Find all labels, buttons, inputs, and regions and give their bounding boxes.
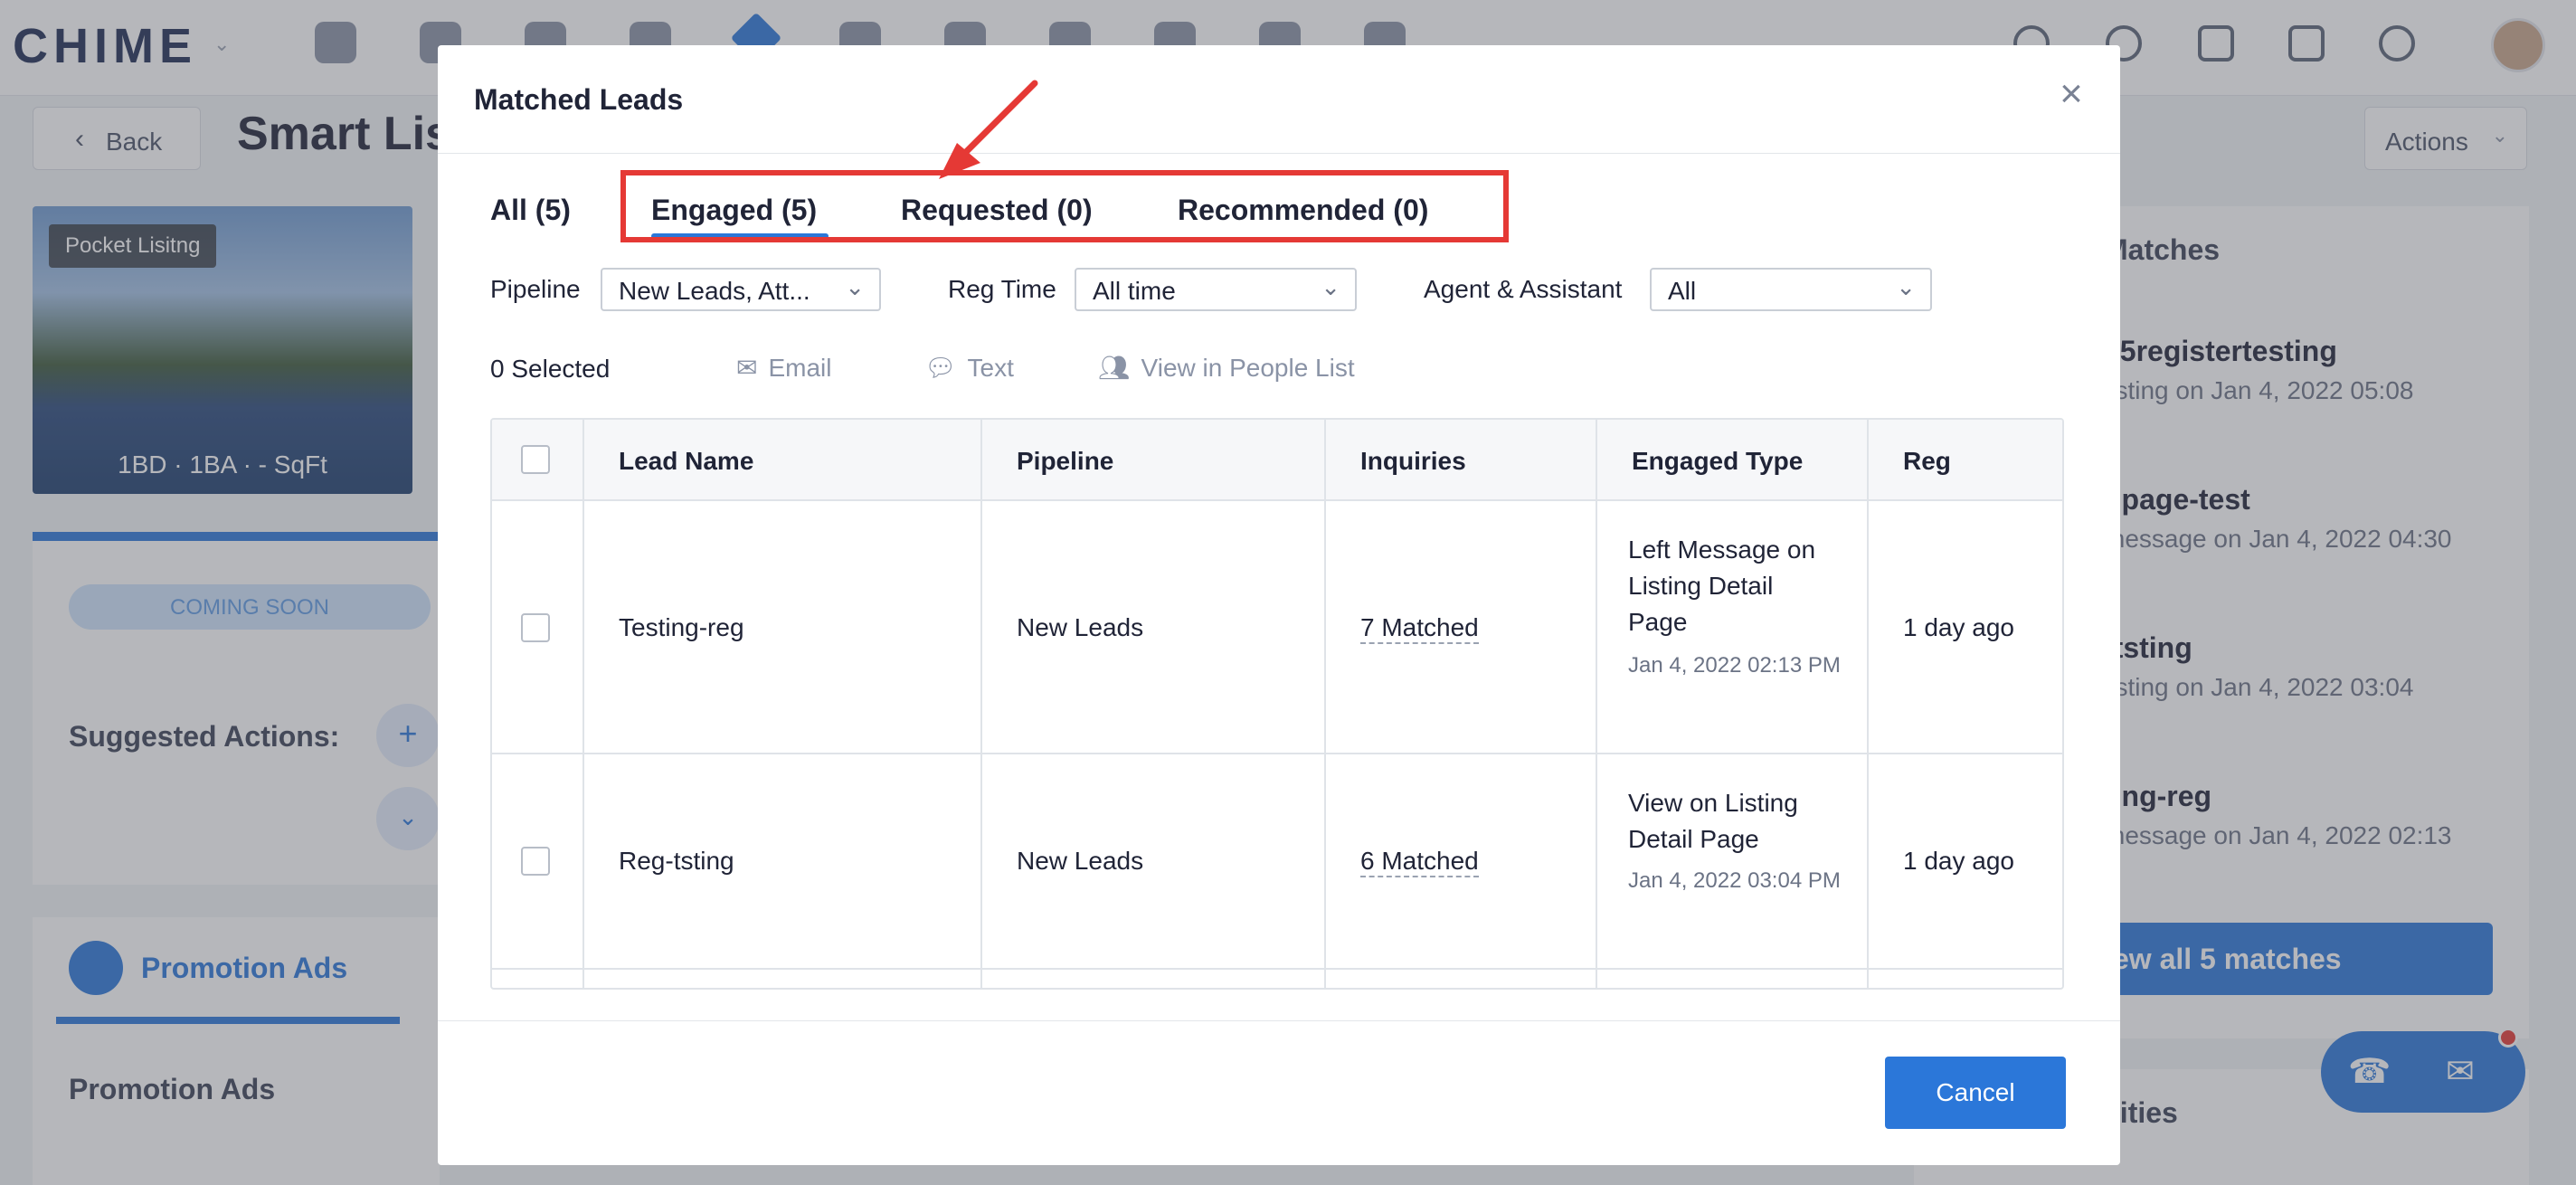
column-divider	[1324, 420, 1326, 988]
agent-assistant-select[interactable]: All ⌄	[1650, 268, 1932, 311]
lead-name[interactable]: Reg-tsting	[619, 847, 734, 876]
row-checkbox[interactable]	[521, 847, 550, 876]
column-header-reg[interactable]: Reg	[1903, 447, 1951, 476]
matched-leads-table: Lead Name Pipeline Inquiries Engaged Typ…	[490, 418, 2064, 990]
annotation-highlight-box	[620, 170, 1509, 242]
people-icon: 👥︎	[1098, 354, 1131, 382]
agent-assistant-label: Agent & Assistant	[1424, 275, 1623, 303]
lead-pipeline: New Leads	[1017, 613, 1144, 641]
column-divider	[980, 420, 982, 988]
engaged-type: Left Message on Listing Detail Page	[1628, 536, 1816, 636]
pipeline-select[interactable]: New Leads, Att... ⌄	[601, 268, 881, 311]
agent-assistant-value: All	[1668, 277, 1697, 305]
modal-title: Matched Leads	[474, 83, 684, 116]
engaged-date: Jan 4, 2022 03:04 PM	[1628, 868, 1841, 893]
text-action[interactable]: 💬︎ Text	[924, 353, 1014, 383]
engaged-date: Jan 4, 2022 02:13 PM	[1628, 653, 1841, 678]
email-action[interactable]: ✉ Email	[736, 353, 831, 383]
row-divider	[492, 968, 2062, 970]
engaged-type: View on Listing Detail Page	[1628, 789, 1798, 853]
column-header-engaged-type[interactable]: Engaged Type	[1632, 447, 1803, 476]
text-label: Text	[967, 354, 1014, 382]
pipeline-label: Pipeline	[490, 275, 581, 303]
row-checkbox[interactable]	[521, 613, 550, 642]
reg-time-label: Reg Time	[948, 275, 1056, 303]
tab-all[interactable]: All (5)	[490, 194, 571, 227]
email-label: Email	[768, 354, 832, 382]
view-people-label: View in People List	[1141, 354, 1355, 382]
row-divider	[492, 753, 2062, 754]
column-header-lead-name[interactable]: Lead Name	[619, 447, 753, 476]
chat-bubble-icon: 💬︎	[924, 354, 957, 382]
reg-time: 1 day ago	[1903, 613, 2014, 641]
chevron-down-icon: ⌄	[1896, 273, 1916, 300]
reg-time-select[interactable]: All time ⌄	[1075, 268, 1357, 311]
pipeline-value: New Leads, Att...	[619, 277, 810, 305]
inquiries-link[interactable]: 7 Matched	[1360, 613, 1479, 644]
column-divider	[1596, 420, 1597, 988]
column-header-pipeline[interactable]: Pipeline	[1017, 447, 1113, 476]
column-header-inquiries[interactable]: Inquiries	[1360, 447, 1466, 476]
matched-leads-modal: Matched Leads × All (5) Engaged (5) Requ…	[438, 45, 2120, 1165]
footer-divider	[438, 1020, 2120, 1021]
lead-pipeline: New Leads	[1017, 847, 1144, 875]
email-icon: ✉	[736, 354, 758, 382]
view-in-people-list-action[interactable]: 👥︎ View in People List	[1098, 353, 1355, 383]
selected-count: 0 Selected	[490, 355, 611, 383]
inquiries-link[interactable]: 6 Matched	[1360, 847, 1479, 877]
modal-header: Matched Leads ×	[438, 45, 2120, 154]
chevron-down-icon: ⌄	[1321, 273, 1340, 300]
lead-name[interactable]: Testing-reg	[619, 613, 744, 642]
cancel-button[interactable]: Cancel	[1885, 1057, 2066, 1129]
select-all-checkbox[interactable]	[521, 445, 550, 474]
reg-time-value: All time	[1093, 277, 1176, 305]
annotation-arrow	[939, 80, 1038, 179]
reg-time: 1 day ago	[1903, 847, 2014, 875]
close-icon[interactable]: ×	[2050, 72, 2093, 116]
column-divider	[582, 420, 584, 988]
column-divider	[1867, 420, 1869, 988]
chevron-down-icon: ⌄	[845, 273, 865, 300]
